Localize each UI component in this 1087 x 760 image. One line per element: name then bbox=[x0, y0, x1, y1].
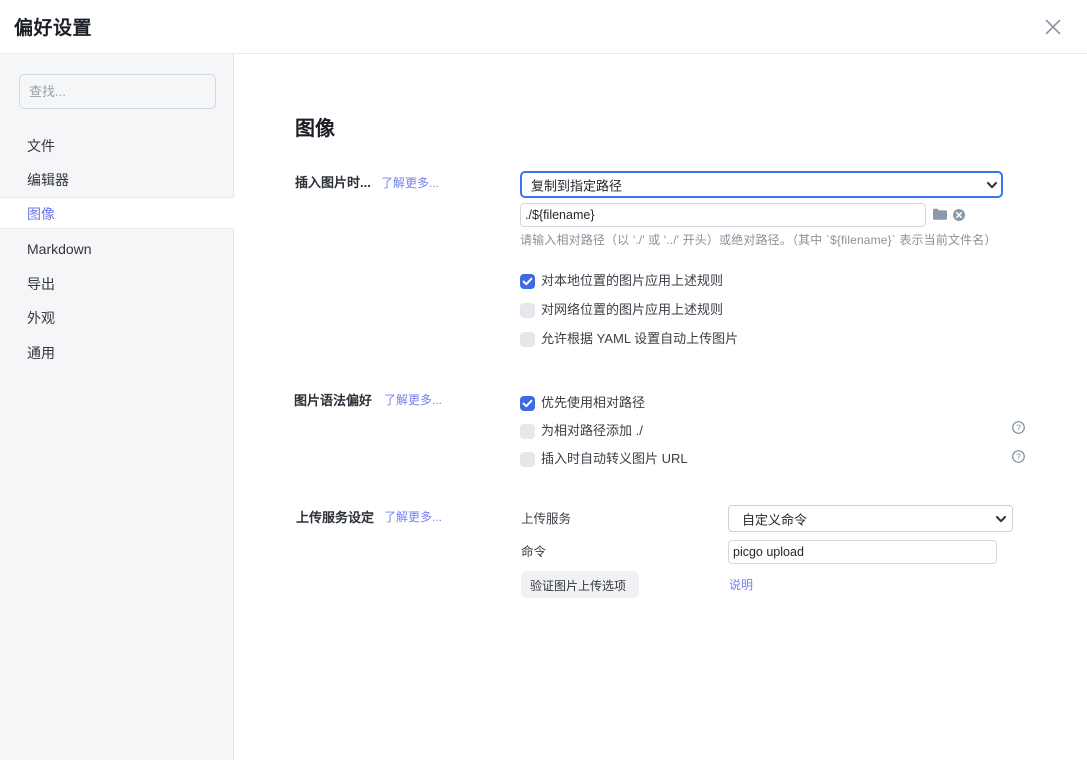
svg-text:?: ? bbox=[1016, 451, 1021, 461]
svg-text:?: ? bbox=[1016, 422, 1021, 432]
